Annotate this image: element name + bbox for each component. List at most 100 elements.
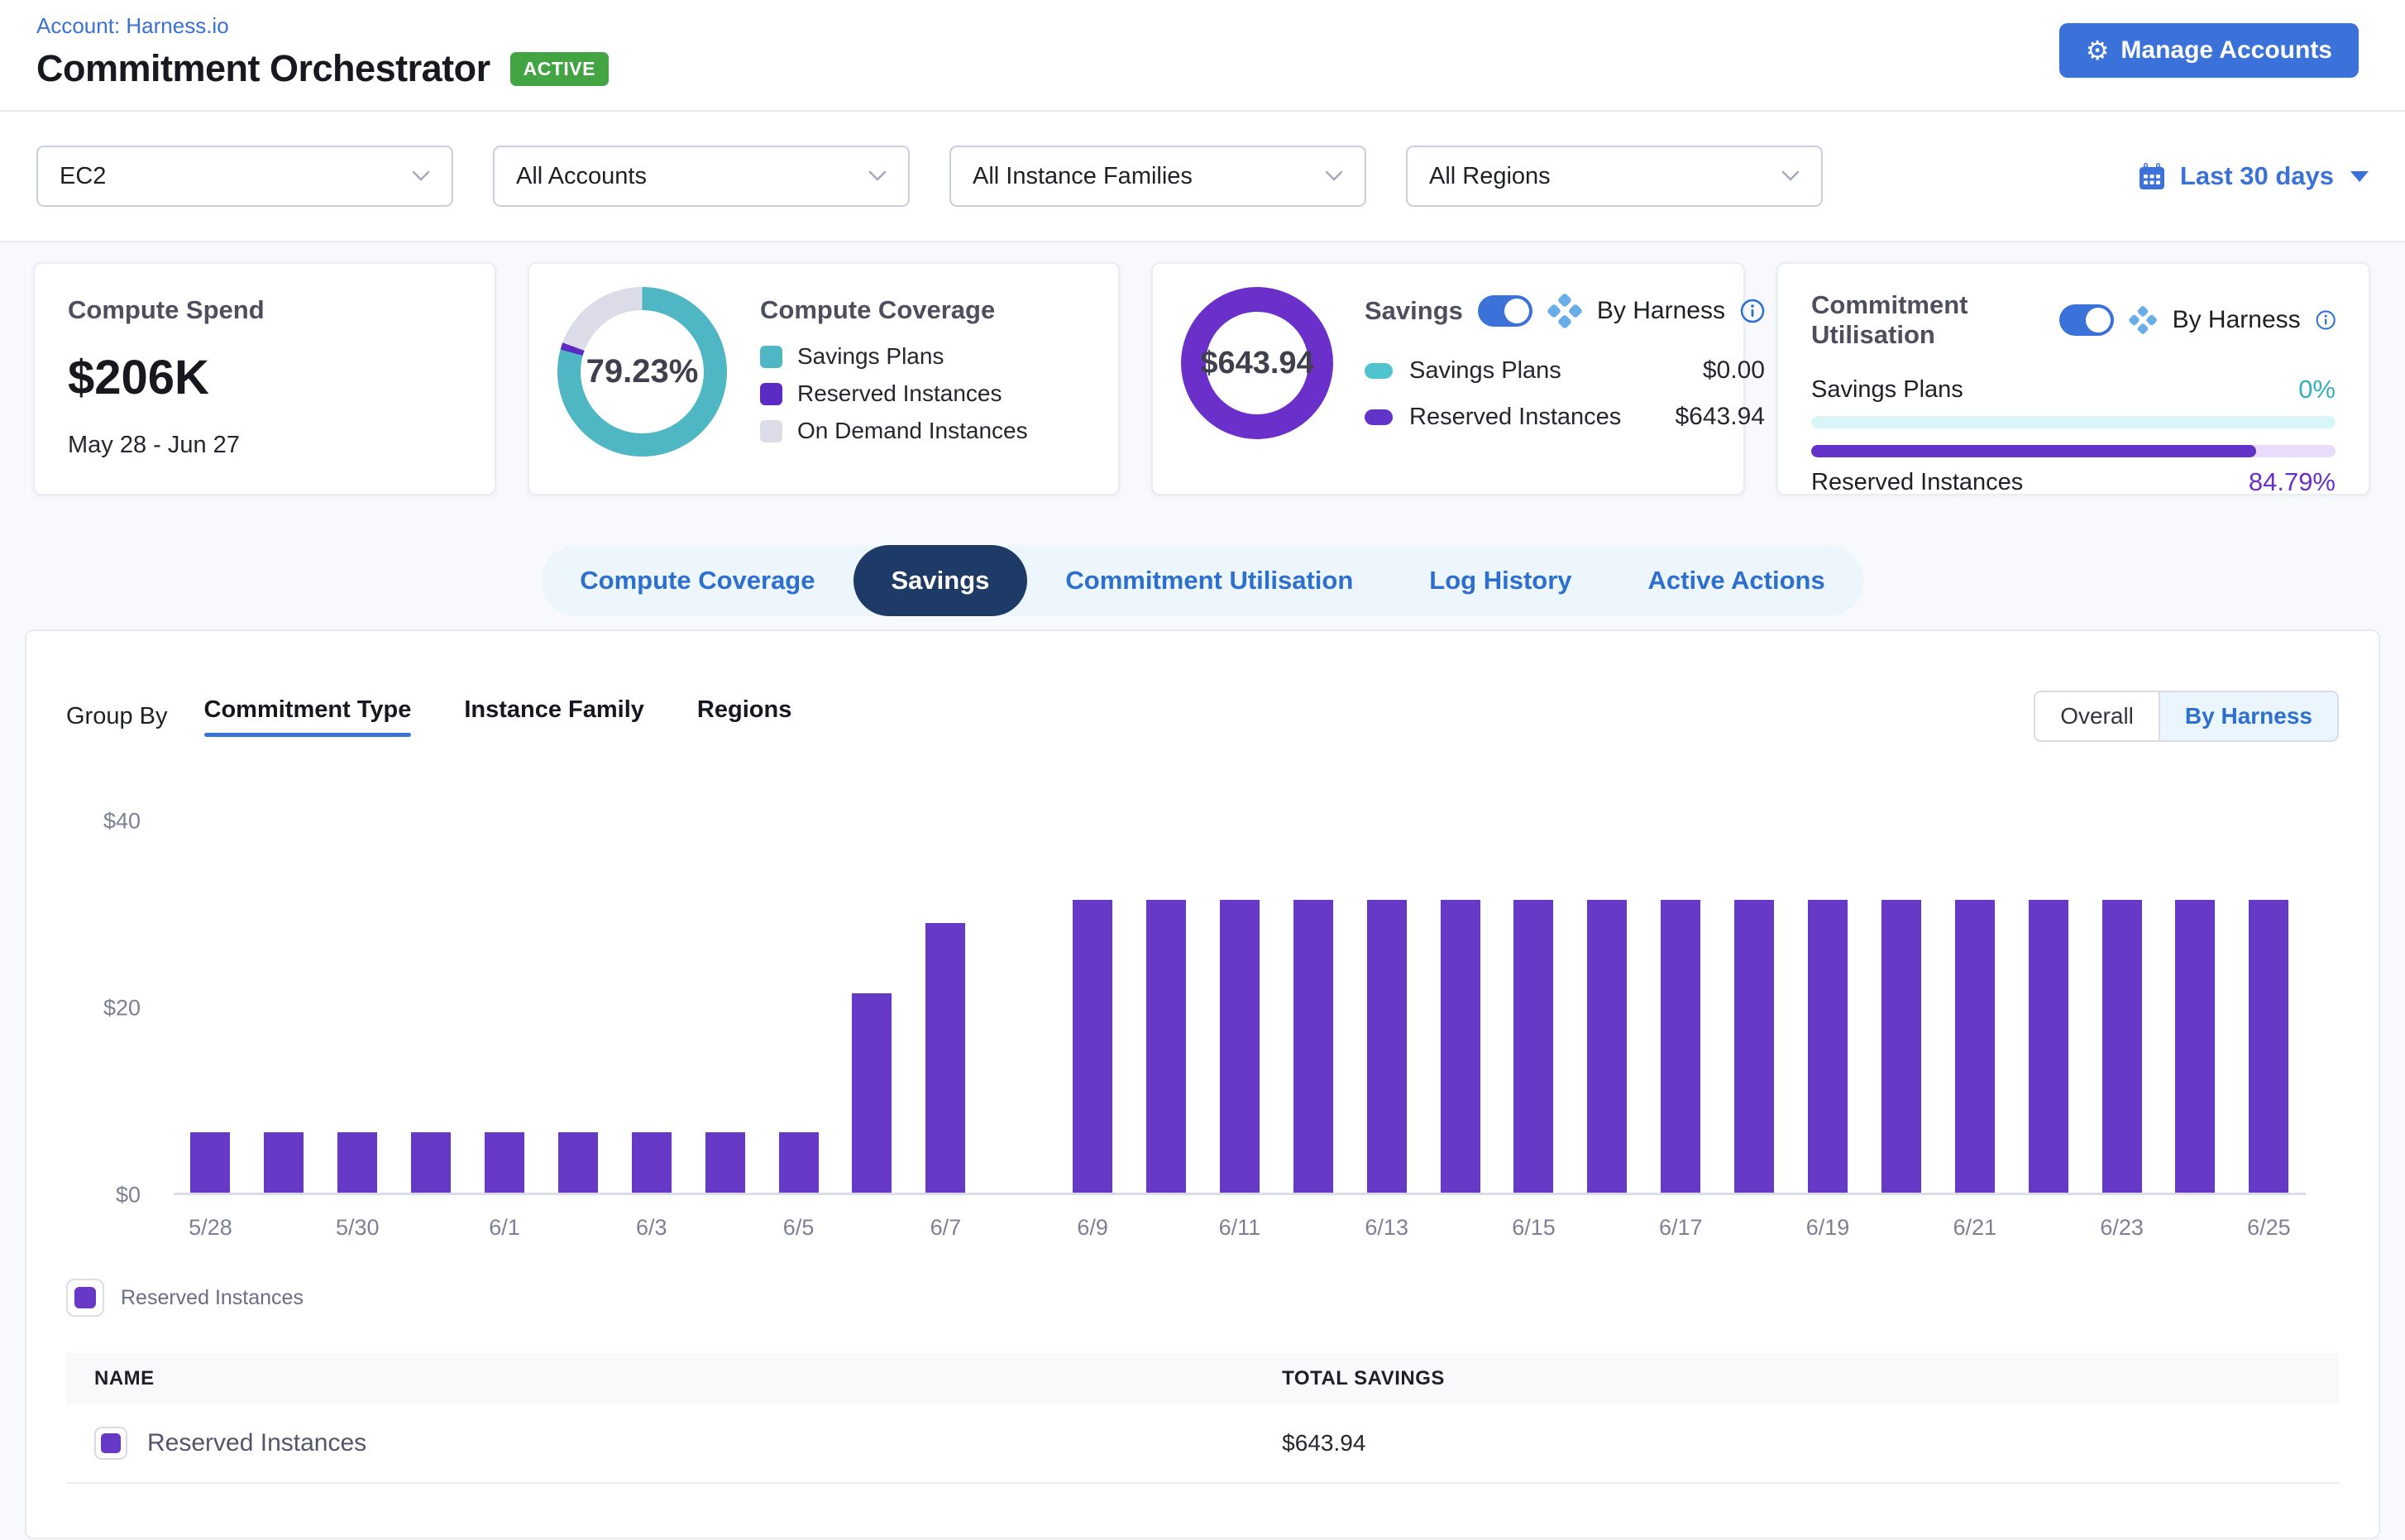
utilisation-rows: Savings Plans0%Reserved Instances84.79% [1811,375,2336,497]
account-breadcrumb-link[interactable]: Account: Harness.io [36,13,2369,39]
status-badge: ACTIVE [510,52,609,86]
x-tick-label [1276,1215,1350,1241]
coverage-legend-label: On Demand Instances [797,418,1028,444]
bar-6/11[interactable] [1220,900,1260,1193]
table-header: NAME TOTAL SAVINGS [66,1353,2339,1404]
legend-swatch [760,383,782,405]
bar-6/24[interactable] [2175,900,2215,1193]
bar-6/23[interactable] [2102,900,2142,1193]
bar-6/17[interactable] [1661,900,1700,1193]
bar-6/4[interactable] [705,1132,745,1193]
bar-6/19[interactable] [1808,900,1848,1193]
view-toggle-overall[interactable]: Overall [2035,692,2159,740]
bar-slot-6/18 [1718,821,1791,1193]
group-by-commitment-type[interactable]: Commitment Type [204,696,412,737]
bar-6/1[interactable] [485,1132,524,1193]
x-tick-label [835,1215,909,1241]
chart-y-axis: $40$20$0 [66,821,141,1195]
bar-6/14[interactable] [1441,900,1480,1193]
accounts-select-value: All Accounts [516,163,647,190]
x-tick-label: 6/25 [2232,1215,2306,1241]
bar-slot-6/8 [983,821,1056,1193]
bar-6/20[interactable] [1881,900,1921,1193]
bar-slot-6/20 [1864,821,1938,1193]
row-name-label: Reserved Instances [147,1429,366,1457]
savings-donut-chart: $643.94 [1181,287,1333,439]
manage-accounts-button[interactable]: ⚙ Manage Accounts [2059,23,2359,78]
bar-6/22[interactable] [2029,900,2068,1193]
bar-6/12[interactable] [1293,900,1333,1193]
bar-6/16[interactable] [1587,900,1627,1193]
x-tick-label: 6/23 [2085,1215,2159,1241]
main-tabs: Compute CoverageSavingsCommitment Utilis… [542,545,1862,616]
accounts-select[interactable]: All Accounts [493,146,910,207]
row-checkbox[interactable] [94,1427,127,1460]
tab-compute-coverage[interactable]: Compute Coverage [542,545,853,616]
coverage-legend-label: Savings Plans [797,343,944,370]
savings-row-reserved-instances: Reserved Instances$643.94 [1365,403,1765,431]
summary-cards-row: Compute Spend $206K May 28 - Jun 27 79.2… [0,262,2405,495]
group-by-instance-family[interactable]: Instance Family [464,696,644,737]
bar-slot-6/15 [1497,821,1571,1193]
regions-select[interactable]: All Regions [1406,146,1823,207]
bar-6/21[interactable] [1955,900,1995,1193]
bar-5/31[interactable] [411,1132,451,1193]
bar-6/25[interactable] [2249,900,2288,1193]
tab-savings[interactable]: Savings [853,545,1028,616]
bar-6/5[interactable] [779,1132,819,1193]
x-tick-label: 6/1 [468,1215,542,1241]
bar-6/13[interactable] [1367,900,1407,1193]
legend-checkbox[interactable] [66,1279,104,1317]
savings-total-value: $643.94 [1200,346,1313,381]
x-tick-label [1423,1215,1497,1241]
bar-6/18[interactable] [1734,900,1774,1193]
compute-coverage-donut-chart: 79.23% [557,287,727,457]
bar-5/29[interactable] [264,1132,304,1193]
tab-commitment-utilisation[interactable]: Commitment Utilisation [1027,545,1391,616]
bar-slot-5/29 [247,821,321,1193]
chevron-down-icon [412,170,430,182]
bar-6/10[interactable] [1146,900,1186,1193]
coverage-legend-item-on-demand-instances: On Demand Instances [760,418,1028,444]
tab-log-history[interactable]: Log History [1391,545,1609,616]
bar-6/9[interactable] [1073,900,1112,1193]
page-title: Commitment Orchestrator [36,47,490,90]
savings-by-harness-toggle[interactable] [1478,295,1532,327]
utilisation-label: Savings Plans [1811,376,1963,404]
content-area: Compute Spend $206K May 28 - Jun 27 79.2… [0,242,2405,1540]
table-row-reserved-instances[interactable]: Reserved Instances$643.94 [66,1404,2339,1484]
bar-slot-6/22 [2011,821,2085,1193]
bar-5/28[interactable] [190,1132,230,1193]
bar-6/15[interactable] [1513,900,1553,1193]
manage-accounts-label: Manage Accounts [2121,36,2332,65]
filter-bar: EC2 All Accounts All Instance Families A… [0,112,2405,242]
bar-6/7[interactable] [925,923,965,1193]
compute-spend-card: Compute Spend $206K May 28 - Jun 27 [33,262,496,495]
date-range-picker[interactable]: Last 30 days [2137,161,2369,191]
info-icon[interactable] [2316,308,2336,332]
commitment-utilisation-card: Commitment Utilisation By Harness [1776,262,2370,495]
bar-slot-6/21 [1938,821,2011,1193]
bar-6/2[interactable] [558,1132,598,1193]
service-select[interactable]: EC2 [36,146,453,207]
utilisation-by-harness-toggle[interactable] [2059,304,2114,336]
service-select-value: EC2 [60,163,106,190]
bar-5/30[interactable] [337,1132,377,1193]
bar-6/3[interactable] [632,1132,672,1193]
instance-families-select-value: All Instance Families [973,163,1193,190]
savings-row-label: Reserved Instances [1409,404,1659,431]
calendar-icon [2137,161,2167,191]
tab-active-actions[interactable]: Active Actions [1610,545,1863,616]
x-tick-label: 6/5 [762,1215,835,1241]
instance-families-select[interactable]: All Instance Families [949,146,1366,207]
column-header-name: NAME [66,1367,1282,1390]
x-tick-label: 6/13 [1350,1215,1423,1241]
view-toggle-by-harness[interactable]: By Harness [2159,692,2337,740]
x-tick-label: 6/15 [1497,1215,1571,1241]
bar-slot-6/5 [762,821,835,1193]
table-cell-name: Reserved Instances [66,1427,1282,1460]
bar-6/6[interactable] [852,993,892,1193]
x-tick-label [2159,1215,2232,1241]
info-icon[interactable] [1740,299,1765,323]
group-by-regions[interactable]: Regions [697,696,791,737]
